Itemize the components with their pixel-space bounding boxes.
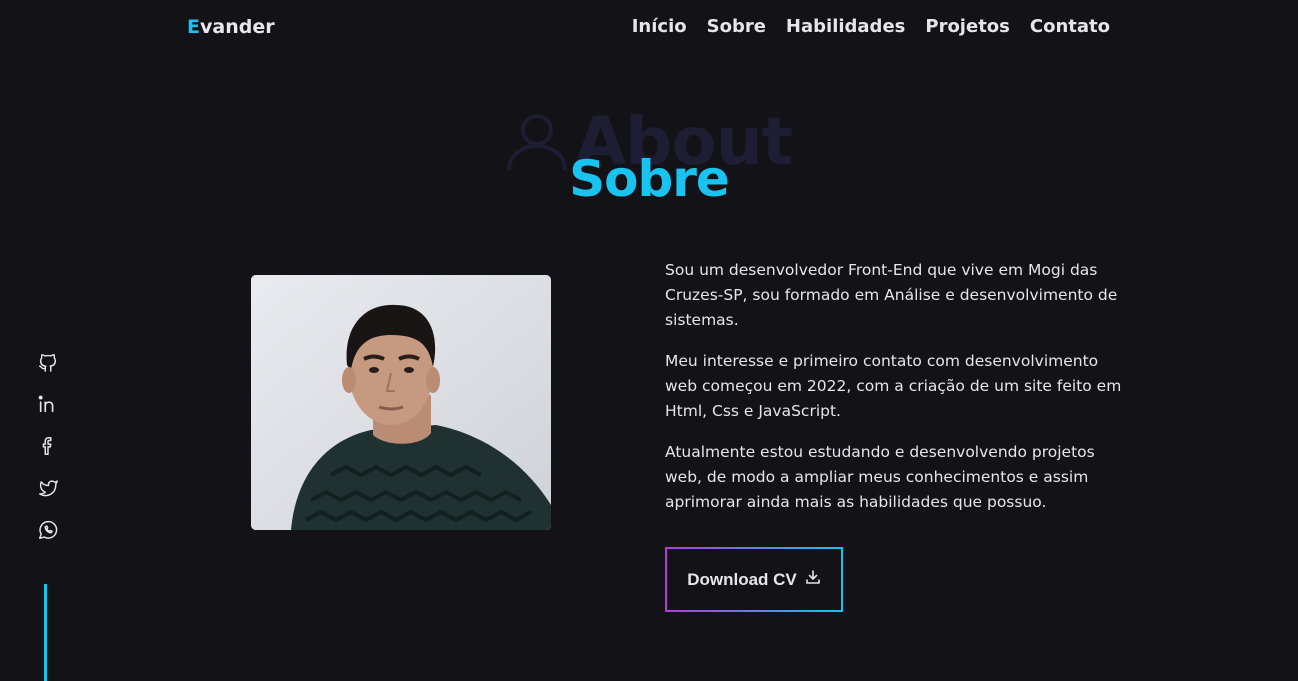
logo-text: vander <box>199 16 275 38</box>
nav-habilidades[interactable]: Habilidades <box>786 16 905 37</box>
about-paragraph: Meu interesse e primeiro contato com des… <box>665 352 1122 420</box>
social-divider-line <box>44 584 47 681</box>
social-links <box>36 350 60 542</box>
nav-projetos[interactable]: Projetos <box>925 16 1010 37</box>
nav-sobre[interactable]: Sobre <box>707 16 766 37</box>
section-title: Sobre <box>569 150 730 208</box>
about-description: Sou um desenvolvedor Front-End que vive … <box>665 258 1125 531</box>
nav-contato[interactable]: Contato <box>1030 16 1110 37</box>
facebook-icon[interactable] <box>36 434 60 458</box>
linkedin-icon[interactable] <box>36 392 60 416</box>
main-nav: Início Sobre Habilidades Projetos Contat… <box>632 16 1110 37</box>
about-paragraph: Sou um desenvolvedor Front-End que vive … <box>665 261 1118 329</box>
download-icon <box>805 570 821 589</box>
nav-inicio[interactable]: Início <box>632 16 687 37</box>
twitter-icon[interactable] <box>36 476 60 500</box>
about-paragraph: Atualmente estou estudando e desenvolven… <box>665 443 1095 511</box>
profile-photo <box>251 275 551 530</box>
github-icon[interactable] <box>36 350 60 374</box>
page: Evander Início Sobre Habilidades Projeto… <box>0 0 1298 681</box>
download-cv-label: Download CV <box>687 569 797 589</box>
whatsapp-icon[interactable] <box>36 518 60 542</box>
logo[interactable]: Evander <box>187 16 275 38</box>
download-cv-button[interactable]: Download CV <box>665 547 843 612</box>
logo-initial: E <box>187 16 200 38</box>
